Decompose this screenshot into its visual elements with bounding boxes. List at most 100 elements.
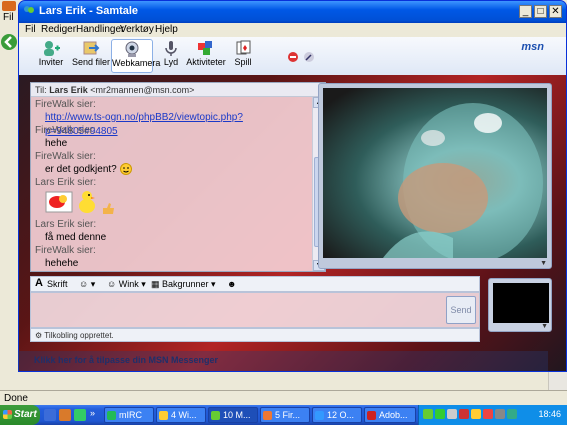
quicklaunch-expand-icon[interactable]: »: [90, 408, 95, 418]
start-label: Start: [14, 409, 37, 420]
quicklaunch-media-icon[interactable]: [74, 409, 86, 421]
thumbs-up-icon: [102, 203, 114, 214]
webcam-options-arrow[interactable]: ▼: [540, 260, 547, 267]
message-sender: Lars Erik sier:: [35, 177, 97, 188]
pencil-icon[interactable]: [303, 51, 315, 63]
chat-log[interactable]: FireWalk sier: http://www.ts-ogn.no/phpB…: [31, 97, 313, 271]
maximize-button[interactable]: □: [534, 5, 547, 18]
connection-status-text: Tilkobling opprettet.: [44, 331, 114, 340]
message-sender: FireWalk sier:: [35, 245, 96, 256]
webcam-button[interactable]: Webkamera: [111, 39, 160, 73]
invite-button[interactable]: Inviter: [31, 39, 71, 73]
adobe-icon: [367, 411, 376, 420]
message-sender: FireWalk sier:: [35, 125, 96, 136]
send-button[interactable]: Send: [446, 296, 476, 324]
menu-handlinger[interactable]: Handlinger: [76, 24, 124, 35]
webcam-image: [383, 103, 543, 258]
toolbar: Inviter Send filer Webkamera Lyd Aktivit…: [19, 37, 566, 75]
minimize-button[interactable]: _: [519, 5, 532, 18]
tray-volume-icon[interactable]: [495, 409, 505, 419]
status-text: Done: [4, 393, 28, 404]
activities-label: Aktiviteter: [186, 57, 226, 67]
firefox-icon: [263, 411, 272, 420]
taskbar: Start » mIRC 4 Wi... 10 M... 5 Fir... 12…: [0, 405, 567, 425]
recipient-name: Lars Erik: [49, 85, 88, 95]
audio-button[interactable]: Lyd: [157, 39, 185, 73]
message-sender: Lars Erik sier:: [35, 219, 97, 230]
message-text: hehe: [45, 138, 68, 149]
start-button[interactable]: Start: [0, 405, 40, 425]
tray-msn-icon[interactable]: [423, 409, 433, 419]
webcam-label: Webkamera: [112, 58, 161, 68]
audio-label: Lyd: [163, 57, 179, 67]
back-arrow-icon[interactable]: [0, 32, 18, 52]
games-label: Spill: [234, 57, 252, 67]
own-webcam-options-arrow[interactable]: ▼: [541, 323, 548, 330]
window-title: Lars Erik - Samtale: [39, 5, 139, 17]
menu-rediger[interactable]: Rediger: [41, 24, 76, 35]
audio-icon: [165, 41, 177, 56]
menu-bar: Fil Rediger Handlinger Verktøy Hjelp: [19, 23, 566, 37]
task-mirc[interactable]: mIRC: [104, 407, 154, 423]
task-firefox[interactable]: 5 Fir...: [260, 407, 310, 423]
message-compose-area[interactable]: Send: [30, 292, 480, 328]
task-outlook[interactable]: 12 O...: [312, 407, 362, 423]
tray-app-icon[interactable]: [507, 409, 517, 419]
browser-menu-file[interactable]: Fil: [0, 12, 20, 26]
activities-icon: [198, 41, 212, 55]
formatting-toolbar: A Skrift ☺ ▾ ☺ Wink ▾ ▦ Bakgrunner ▾ ☻: [30, 276, 480, 292]
tray-shield-icon[interactable]: [435, 409, 445, 419]
wink-emoticon-icon: [119, 163, 132, 176]
quicklaunch-firefox-icon[interactable]: [59, 409, 71, 421]
folder-icon: [159, 411, 168, 420]
windows-logo-icon: [3, 410, 12, 419]
font-button[interactable]: Skrift: [47, 279, 68, 289]
customize-bar: Klikk her for å tilpasse din MSN Messeng…: [18, 351, 548, 371]
title-bar[interactable]: Lars Erik - Samtale _ □ ✕: [19, 1, 566, 23]
tray-alert-icon[interactable]: [483, 409, 493, 419]
own-webcam-feed[interactable]: [493, 283, 549, 323]
menu-verktoy[interactable]: Verktøy: [120, 24, 154, 35]
send-files-icon: [83, 41, 100, 55]
tray-antivirus-icon[interactable]: [459, 409, 469, 419]
task-adobe[interactable]: Adob...: [364, 407, 416, 423]
background-button[interactable]: ▦ Bakgrunner ▾: [151, 279, 216, 290]
browser-app-icon: [2, 1, 16, 11]
font-icon[interactable]: A: [35, 277, 43, 289]
quicklaunch-ie-icon[interactable]: [44, 409, 56, 421]
webcam-video-feed[interactable]: [323, 88, 547, 258]
invite-icon: [44, 41, 60, 56]
recipient-line: Til: Lars Erik <mr2mannen@msn.com>: [31, 83, 325, 97]
status-icon: ⚙: [35, 331, 43, 340]
wink-button[interactable]: ☺ Wink ▾: [107, 279, 146, 290]
menu-hjelp[interactable]: Hjelp: [155, 24, 178, 35]
clock: 18:46: [538, 409, 561, 419]
message-text: få med denne: [45, 232, 107, 243]
outlook-icon: [315, 411, 324, 420]
nudge-button[interactable]: ☻: [227, 279, 236, 289]
send-files-button[interactable]: Send filer: [71, 39, 111, 73]
message-sender: FireWalk sier:: [35, 99, 96, 110]
task-msn[interactable]: 10 M...: [208, 407, 258, 423]
block-icon[interactable]: [287, 51, 299, 63]
activities-button[interactable]: Aktiviteter: [185, 39, 227, 73]
msn-task-icon: [211, 411, 220, 420]
emoticon-button[interactable]: ☺ ▾: [79, 279, 95, 290]
menu-fil[interactable]: Fil: [25, 24, 36, 35]
message-text: er det godkjent?: [35, 163, 309, 177]
invite-label: Inviter: [38, 57, 64, 67]
message-link[interactable]: http://www.ts-ogn.no/phpBB2/viewtopic.ph…: [35, 111, 309, 137]
task-windows[interactable]: 4 Wi...: [156, 407, 206, 423]
customize-link[interactable]: Klikk her for å tilpasse din MSN Messeng…: [34, 355, 218, 365]
recipient-email: <mr2mannen@msn.com>: [90, 85, 195, 95]
webcam-icon: [125, 41, 139, 57]
duck-emoticon-icon: [78, 191, 95, 213]
webcam-display: ▼: [318, 83, 552, 269]
tray-warning-icon[interactable]: [471, 409, 481, 419]
own-webcam-preview: ▼: [488, 278, 552, 332]
system-tray: 18:46: [418, 405, 567, 425]
games-button[interactable]: Spill: [229, 39, 257, 73]
message-sender: FireWalk sier:: [35, 151, 96, 162]
close-button[interactable]: ✕: [549, 5, 562, 18]
tray-network-icon[interactable]: [447, 409, 457, 419]
